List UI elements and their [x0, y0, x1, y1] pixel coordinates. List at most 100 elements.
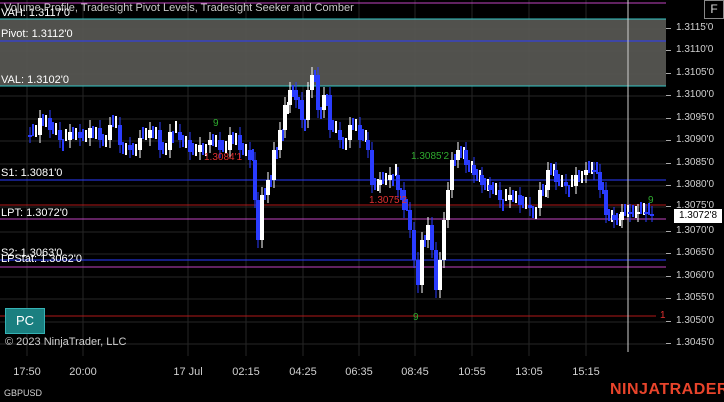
price-bar-body	[328, 95, 332, 130]
price-bar-body	[592, 170, 596, 172]
price-bar-body	[260, 195, 264, 240]
time-tick: 15:15	[572, 366, 600, 378]
time-tick: 17 Jul	[173, 366, 203, 378]
price-bar-body	[612, 215, 616, 220]
price-bar-body	[306, 90, 310, 120]
price-bar-body	[564, 182, 568, 186]
price-bar-body	[498, 190, 502, 200]
price-bar-body	[228, 135, 232, 150]
price-chart[interactable]	[0, 0, 666, 356]
price-bar-body	[412, 230, 416, 260]
vah-label: VAH: 1.3117'0	[1, 7, 70, 19]
price-tick: 1.3090'0	[665, 134, 715, 145]
price-bar-body	[98, 128, 102, 140]
price-bar-body	[148, 130, 152, 138]
pivot-label: Pivot: 1.3112'0	[1, 28, 73, 40]
price-bar-body	[78, 132, 82, 138]
price-bar-body	[310, 75, 314, 90]
price-bar-body	[396, 175, 400, 190]
price-bar-body	[430, 225, 434, 250]
time-tick: 17:50	[13, 366, 41, 378]
price-bar-body	[178, 132, 182, 140]
price-bar-body	[574, 175, 578, 186]
time-tick: 20:00	[69, 366, 97, 378]
price-bar-body	[426, 225, 430, 240]
price-tick: 1.3070'0	[665, 225, 715, 236]
price-tick: 1.3065'0	[665, 247, 715, 258]
price-bar-body	[450, 160, 454, 190]
price-bar-body	[283, 105, 287, 130]
price-tick: 1.3110'0	[665, 44, 714, 55]
price-bar-body	[158, 130, 162, 150]
price-bar-body	[442, 220, 446, 260]
comber-price-marker: 1.3085'2	[411, 151, 450, 162]
s1-label: S1: 1.3081'0	[1, 167, 63, 179]
price-axis[interactable]: 1.3115'0 1.3110'0 1.3105'0 1.3100'0 1.30…	[665, 0, 724, 356]
value-area-band	[0, 19, 666, 86]
price-tick: 1.3100'0	[665, 89, 715, 100]
price-tick: 1.3085'0	[665, 157, 715, 168]
time-axis[interactable]: 17:50 20:00 17 Jul 02:15 04:25 06:35 08:…	[0, 356, 666, 386]
price-chart-panel[interactable]: Volume Profile, Tradesight Pivot Levels,…	[0, 0, 666, 356]
price-bar-body	[554, 170, 558, 182]
price-bar-body	[248, 150, 252, 160]
price-tick: 1.3095'0	[665, 112, 715, 123]
price-bar-body	[272, 150, 276, 180]
time-tick: 10:55	[458, 366, 486, 378]
seeker-count-marker: 1	[660, 310, 666, 321]
price-bar-body	[456, 150, 460, 160]
price-bar-body	[108, 125, 112, 140]
price-bar-body	[598, 172, 602, 190]
price-bar-body	[508, 195, 512, 200]
price-bar-body	[338, 130, 342, 140]
price-bar-body	[58, 130, 62, 140]
price-tick: 1.3050'0	[665, 315, 715, 326]
seeker-price-marker: 1.3084'1	[204, 152, 243, 163]
price-bar-body	[68, 132, 72, 140]
price-bar-body	[370, 150, 374, 185]
pc-button[interactable]: PC	[5, 308, 45, 334]
price-bar-body	[434, 250, 438, 290]
price-bar-body	[188, 140, 192, 152]
price-bar-body	[294, 90, 298, 100]
time-tick: 02:15	[232, 366, 260, 378]
price-bar-body	[348, 125, 352, 140]
time-tick: 08:45	[401, 366, 429, 378]
price-bar-body	[218, 140, 222, 150]
price-bar-body	[198, 145, 202, 152]
price-bar-body	[620, 212, 624, 220]
price-bar-body	[604, 190, 608, 215]
copyright-text: © 2023 NinjaTrader, LLC	[5, 336, 127, 348]
seeker-price-marker-2: 1.3075'2	[369, 195, 408, 206]
price-bar-body	[253, 160, 257, 200]
time-tick: 04:25	[289, 366, 317, 378]
price-bar-body	[420, 240, 424, 285]
price-bar-body	[48, 118, 52, 130]
price-bar-body	[388, 175, 392, 180]
current-price-marker: 1.3072'8	[674, 209, 722, 223]
price-tick: 1.3115'0	[665, 22, 714, 33]
price-bar-body	[538, 190, 542, 208]
ninjatrader-logo: NINJATRADER	[610, 381, 724, 398]
price-bar-body	[256, 200, 260, 240]
time-tick: 06:35	[345, 366, 373, 378]
price-tick: 1.3055'0	[665, 292, 715, 303]
price-bar-body	[488, 185, 492, 190]
price-bar-body	[416, 260, 420, 285]
price-bar-body	[546, 170, 550, 190]
price-bar-body	[518, 195, 522, 205]
comber-count-marker-2: 9	[413, 312, 419, 323]
price-bar-body	[266, 180, 270, 195]
price-tick: 1.3060'0	[665, 270, 715, 281]
price-bar-body	[480, 175, 484, 185]
price-bar-body	[208, 140, 212, 145]
price-tick: 1.3080'0	[665, 179, 715, 190]
price-bar-body	[366, 140, 370, 150]
price-bar-body	[128, 145, 132, 150]
price-bar-body	[464, 150, 468, 165]
comber-count-marker-3: 9	[648, 195, 654, 206]
price-bar-body	[28, 135, 32, 137]
comber-count-marker: 9	[213, 118, 219, 129]
price-tick: 1.3045'0	[665, 337, 715, 348]
price-bar-body	[472, 165, 476, 175]
